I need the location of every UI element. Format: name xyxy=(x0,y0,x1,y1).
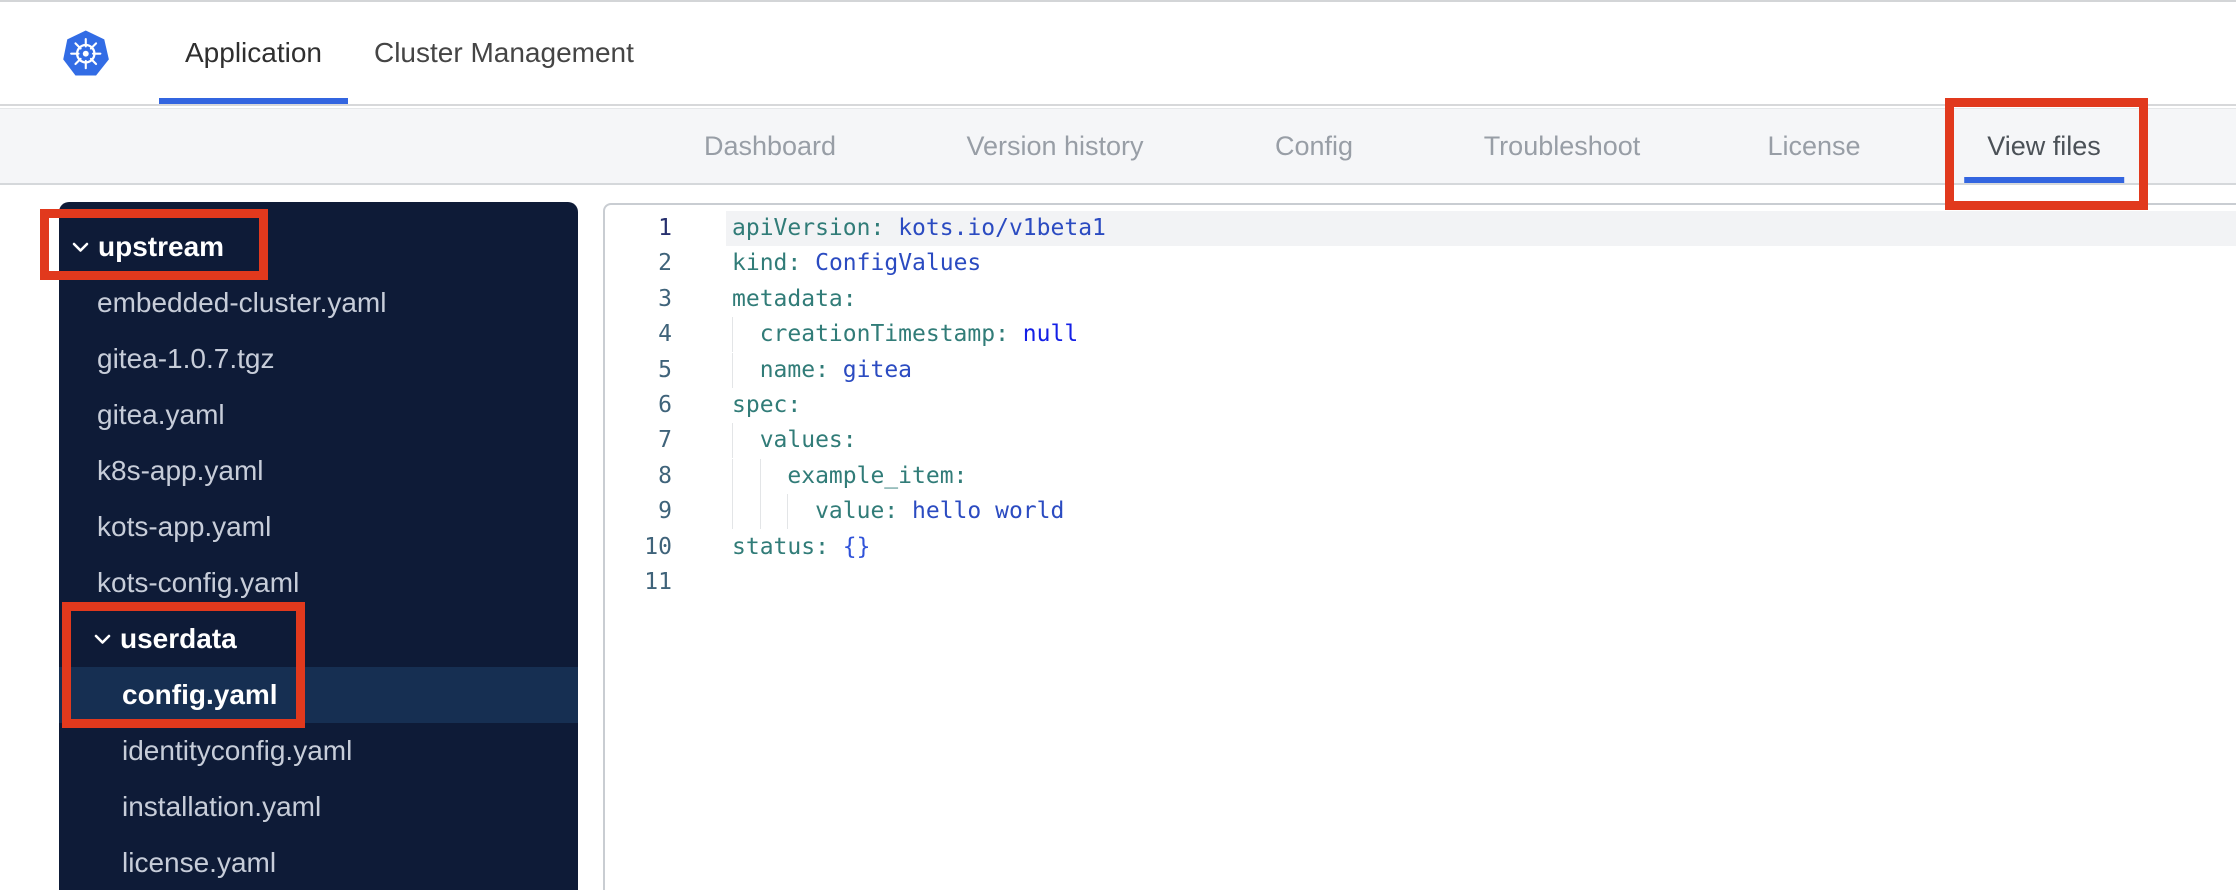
tree-item-label: installation.yaml xyxy=(122,791,322,822)
line-number: 1 xyxy=(658,215,672,241)
indent-guide xyxy=(732,423,760,458)
code-line-text: spec: xyxy=(732,391,802,418)
subnav-tab-license[interactable]: License xyxy=(1767,109,1860,183)
tree-file-gitea-yaml[interactable]: gitea.yaml xyxy=(59,387,578,443)
file-tree-sidebar[interactable]: upstream embedded-cluster.yaml gitea-1.0.7… xyxy=(59,202,578,890)
tree-file-kots-app-yaml[interactable]: kots-app.yaml xyxy=(59,499,578,555)
code-editor[interactable]: 1 apiVersion: kots.io/v1beta1 2 kind: Confi… xyxy=(603,203,2236,890)
subnav-tab-troubleshoot[interactable]: Troubleshoot xyxy=(1484,109,1641,183)
subnav-tab-config[interactable]: Config xyxy=(1275,109,1353,183)
chevron-down-icon[interactable] xyxy=(72,242,89,253)
tree-file-embedded-cluster-yaml[interactable]: embedded-cluster.yaml xyxy=(59,275,578,331)
code-line-text: example_item: xyxy=(732,459,2236,494)
subnav-tab-label: License xyxy=(1767,130,1861,161)
code-line-text: metadata: xyxy=(732,285,857,312)
code-line-active: 1 apiVersion: kots.io/v1beta1 xyxy=(605,211,2236,247)
tree-folder-userdata[interactable]: userdata xyxy=(59,611,578,667)
tree-file-license-yaml[interactable]: license.yaml xyxy=(59,835,578,891)
indent-guide xyxy=(732,494,760,529)
indent-guide xyxy=(732,353,760,388)
tree-item-label: license.yaml xyxy=(122,847,277,878)
code-line: 8 example_item: xyxy=(605,459,2236,494)
tree-item-label: kots-config.yaml xyxy=(97,567,300,598)
code-line: 2 kind: ConfigValues xyxy=(605,246,2236,281)
subnav-tab-label: Dashboard xyxy=(703,130,837,161)
subnav-tab-label: Troubleshoot xyxy=(1483,130,1641,161)
tree-item-label: k8s-app.yaml xyxy=(97,455,264,486)
code-line-text: values: xyxy=(732,423,2236,458)
subnav-tab-dashboard[interactable]: Dashboard xyxy=(704,109,836,183)
code-line: 5 name: gitea xyxy=(605,353,2236,388)
tree-item-label: identityconfig.yaml xyxy=(122,735,353,766)
code-line: 6 spec: xyxy=(605,388,2236,423)
tree-file-config-yaml[interactable]: config.yaml xyxy=(59,667,578,723)
header-tab-cluster-management[interactable]: Cluster Management xyxy=(348,2,660,104)
code-line-text: name: gitea xyxy=(732,353,2236,388)
indent-guide xyxy=(760,459,788,494)
line-number: 8 xyxy=(658,462,672,489)
indent-guide xyxy=(787,494,815,529)
tree-item-label: kots-app.yaml xyxy=(97,511,272,542)
code-line: 11 xyxy=(605,565,2236,600)
code-line-text: status: {} xyxy=(732,533,871,560)
subnav-tab-view-files[interactable]: View files xyxy=(1987,109,2101,183)
line-number: 11 xyxy=(644,568,672,595)
line-number: 4 xyxy=(658,321,672,348)
header-tabs: Application Cluster Management xyxy=(159,2,660,104)
tree-file-identityconfig-yaml[interactable]: identityconfig.yaml xyxy=(59,723,578,779)
code-line: 9 value: hello world xyxy=(605,494,2236,529)
chevron-down-icon[interactable] xyxy=(94,634,111,645)
tree-item-label: gitea-1.0.7.tgz xyxy=(97,343,275,374)
tree-item-label: config.yaml xyxy=(122,679,278,710)
line-number: 9 xyxy=(658,498,672,525)
code-line: 10 status: {} xyxy=(605,530,2236,565)
tree-item-label: userdata xyxy=(120,623,237,654)
code-line: 3 metadata: xyxy=(605,282,2236,317)
tree-item-label: gitea.yaml xyxy=(97,399,225,430)
line-number: 2 xyxy=(658,250,672,277)
subnav-tab-label: Config xyxy=(1274,130,1354,161)
tree-item-label: upstream xyxy=(98,231,225,262)
tree-item-label: embedded-cluster.yaml xyxy=(97,287,387,318)
code-line: 7 values: xyxy=(605,423,2236,458)
app-header: Application Cluster Management xyxy=(0,2,2236,106)
line-number: 10 xyxy=(644,533,672,560)
line-number: 5 xyxy=(658,356,672,383)
indent-guide xyxy=(760,494,788,529)
code-line-text: creationTimestamp: null xyxy=(732,317,2236,352)
line-number: 6 xyxy=(658,391,672,418)
subnav-tab-version-history[interactable]: Version history xyxy=(966,109,1143,183)
code-line-text: value: hello world xyxy=(732,494,2236,529)
tree-folder-upstream[interactable]: upstream xyxy=(59,219,578,275)
header-tab-label: Application xyxy=(185,37,322,68)
subnav-tab-label: Version history xyxy=(966,130,1144,161)
subnav-tab-label: View files xyxy=(1987,130,2101,161)
code-line-text: kind: ConfigValues xyxy=(732,250,982,277)
indent-guide xyxy=(732,317,760,352)
line-number: 3 xyxy=(658,285,672,312)
code-line-text: apiVersion: kots.io/v1beta1 xyxy=(732,215,1106,241)
app-subnav: Dashboard Version history Config Troublesho… xyxy=(0,108,2236,185)
tree-file-k8s-app-yaml[interactable]: k8s-app.yaml xyxy=(59,443,578,499)
tree-file-kots-config-yaml[interactable]: kots-config.yaml xyxy=(59,555,578,611)
tree-file-gitea-1-0-7-tgz[interactable]: gitea-1.0.7.tgz xyxy=(59,331,578,387)
tree-file-installation-yaml[interactable]: installation.yaml xyxy=(59,779,578,835)
line-number: 7 xyxy=(658,427,672,454)
indent-guide xyxy=(732,459,760,494)
kubernetes-logo-icon xyxy=(63,27,109,79)
header-tab-label: Cluster Management xyxy=(373,37,634,68)
code-line: 4 creationTimestamp: null xyxy=(605,317,2236,352)
header-tab-application[interactable]: Application xyxy=(159,2,348,104)
